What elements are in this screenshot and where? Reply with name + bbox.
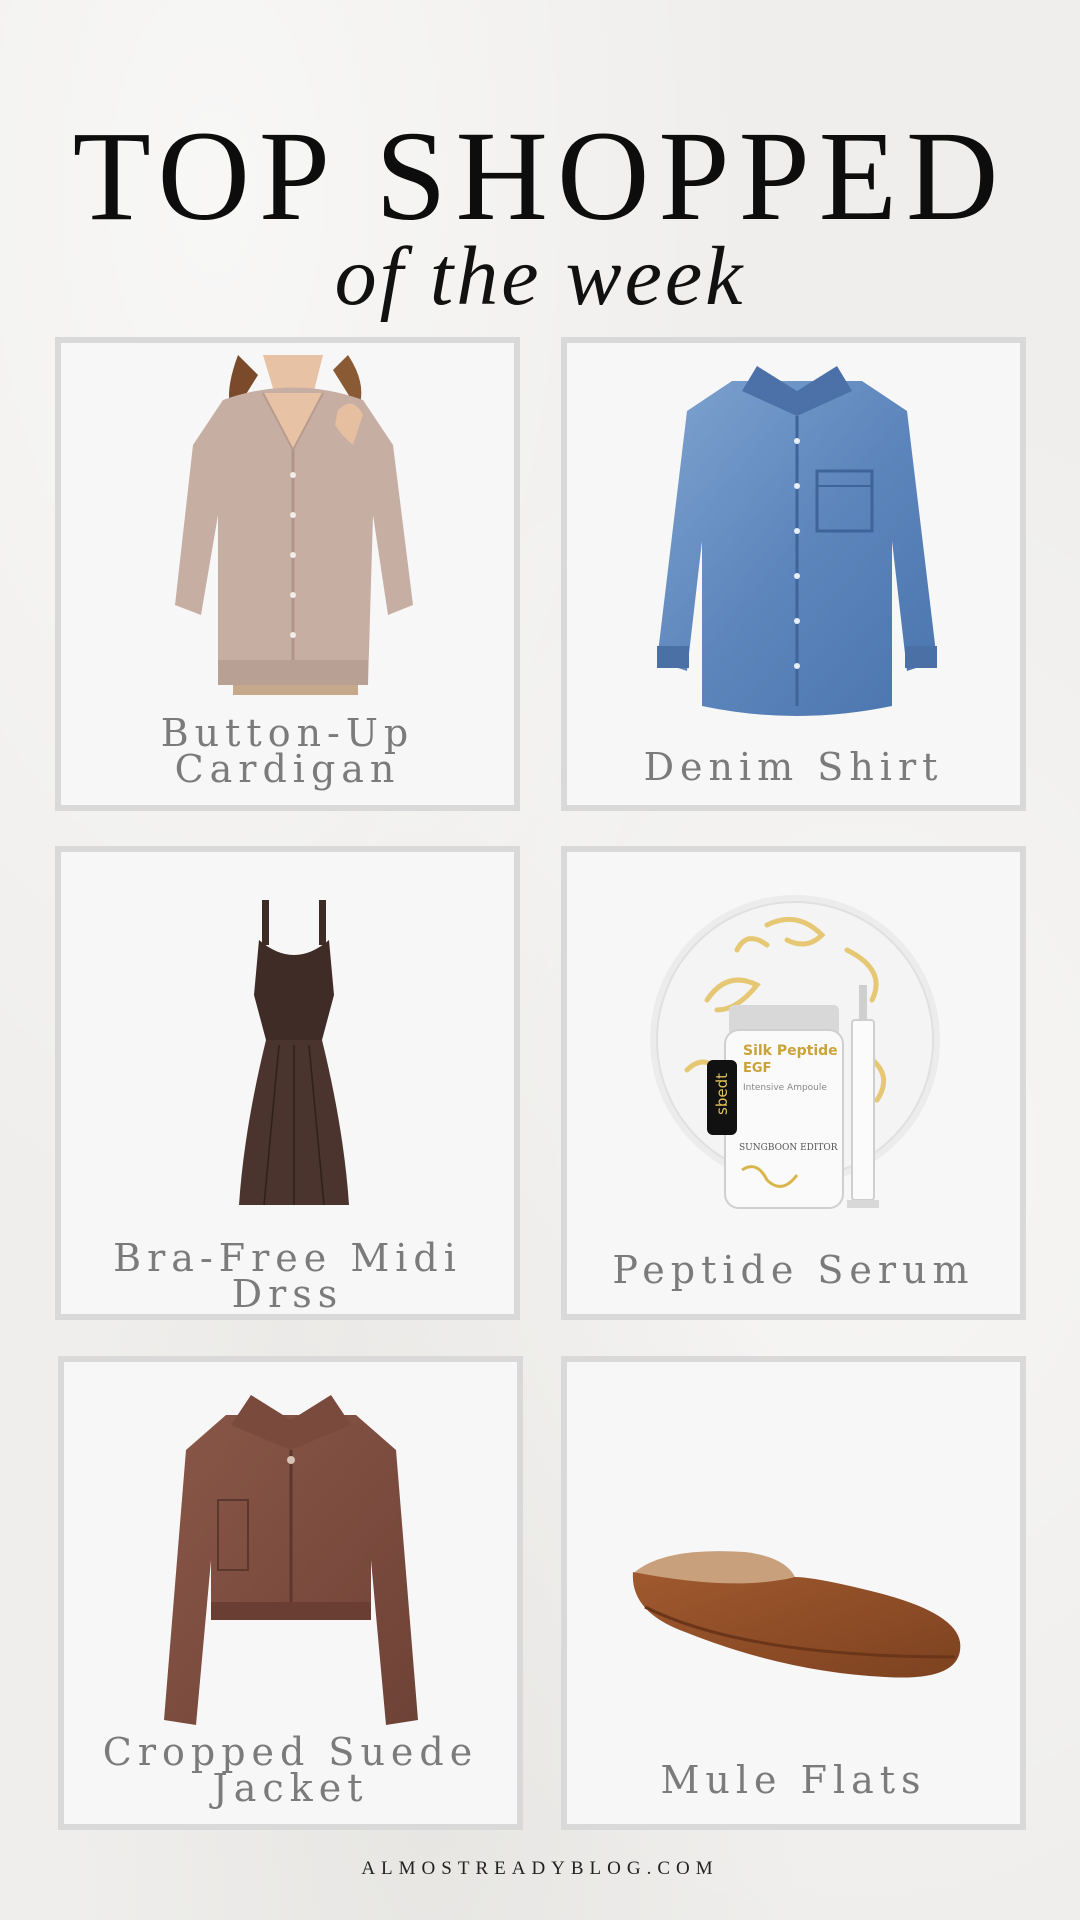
- serum-brand-text: SUNGBOON EDITOR: [739, 1143, 838, 1153]
- product-label: Denim Shirt: [643, 745, 944, 789]
- page-title: TOP SHOPPED: [72, 105, 1008, 247]
- product-card-mule-flats[interactable]: Mule Flats: [561, 1356, 1026, 1830]
- midi-dress-image: [239, 900, 349, 1206]
- denim-shirt-image: [657, 366, 937, 716]
- footer-site-link[interactable]: ALMOSTREADYBLOG.COM: [0, 1858, 1080, 1880]
- product-label: Peptide Serum: [612, 1248, 975, 1292]
- page-subtitle: of the week: [334, 230, 746, 323]
- product-label: Button-Up Cardigan: [160, 711, 415, 791]
- cardigan-image: [175, 355, 413, 695]
- product-label: Mule Flats: [660, 1758, 927, 1802]
- product-label: Cropped Suede Jacket: [102, 1730, 479, 1810]
- product-card-midi-dress[interactable]: Bra-Free Midi Drss: [55, 846, 520, 1320]
- serum-bottle-image: sbedt Silk Peptide EGF Intensive Ampoule…: [650, 895, 940, 1209]
- mule-flat-image: [632, 1551, 961, 1678]
- suede-jacket-image: [164, 1395, 418, 1725]
- serum-sub-text: EGF: [743, 1061, 771, 1076]
- product-card-peptide-serum[interactable]: sbedt Silk Peptide EGF Intensive Ampoule…: [561, 846, 1026, 1320]
- serum-type-text: Intensive Ampoule: [743, 1083, 827, 1093]
- product-label: Bra-Free Midi Drss: [113, 1236, 462, 1316]
- product-card-denim-shirt[interactable]: Denim Shirt: [561, 337, 1026, 811]
- product-card-suede-jacket[interactable]: Cropped Suede Jacket: [58, 1356, 523, 1830]
- serum-product-text: Silk Peptide: [743, 1043, 838, 1059]
- product-card-cardigan[interactable]: Button-Up Cardigan: [55, 337, 520, 811]
- serum-badge-text: sbedt: [713, 1073, 731, 1115]
